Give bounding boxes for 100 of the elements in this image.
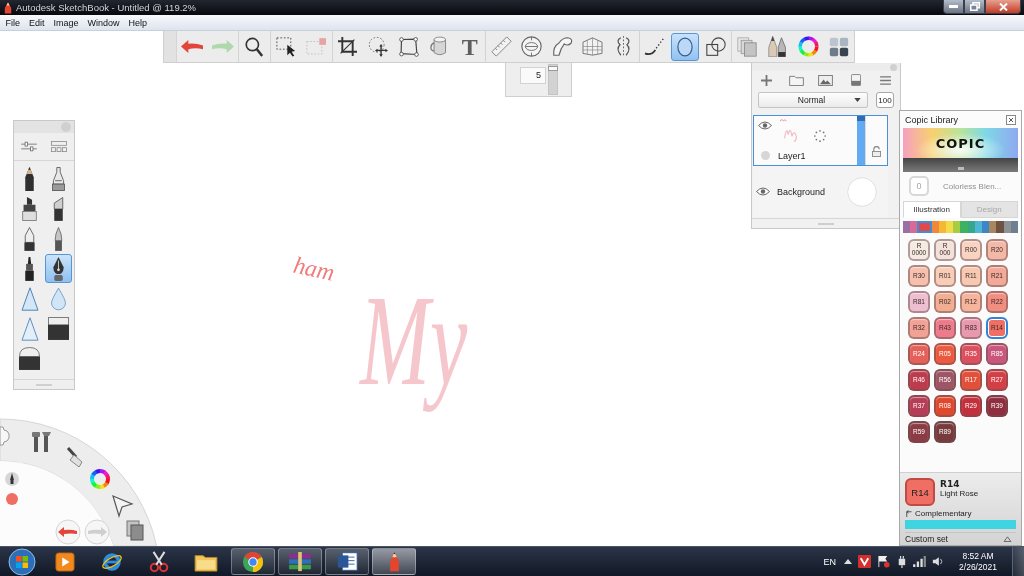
color-name: Light Rose [940, 489, 979, 498]
signal-bars-icon[interactable] [913, 556, 926, 567]
menu-item[interactable]: Help [124, 17, 152, 28]
triangle-brush-icon [20, 316, 39, 341]
eye-icon[interactable] [756, 187, 770, 196]
color-family-swatch[interactable] [903, 221, 911, 233]
menu-item[interactable]: File [1, 17, 25, 28]
gear-icon[interactable] [0, 426, 10, 446]
right-arrow-icon [211, 40, 234, 53]
custom-set-label[interactable]: Custom set [905, 534, 948, 544]
menu-item[interactable]: Image [49, 17, 84, 28]
turn-arrow-icon [905, 510, 912, 517]
folder-icon[interactable] [788, 74, 804, 86]
speaker-icon[interactable] [932, 556, 944, 567]
color-family-swatch[interactable] [910, 221, 918, 233]
plus-icon[interactable] [761, 74, 773, 86]
plug-icon[interactable] [896, 555, 907, 568]
grip-icon[interactable] [36, 383, 52, 386]
padlock-icon[interactable] [872, 146, 881, 157]
slider-thumb[interactable] [548, 65, 558, 71]
brush-icon[interactable] [66, 447, 83, 468]
color-family-swatch[interactable] [981, 221, 990, 233]
color-family-swatch[interactable] [974, 221, 982, 233]
close-button[interactable] [985, 0, 1021, 14]
chevron-tile-icon[interactable] [858, 555, 871, 568]
toolbar-grip[interactable] [164, 31, 177, 62]
language-indicator[interactable]: EN [823, 556, 836, 567]
sliders-icon[interactable] [21, 141, 37, 152]
grip-icon[interactable] [957, 167, 964, 170]
brush-size-field[interactable]: 5 [520, 67, 546, 84]
complementary-color-bar[interactable] [905, 520, 1016, 529]
tools-icon[interactable] [32, 432, 51, 452]
restore-button[interactable] [964, 0, 985, 14]
selection-stripe [857, 116, 865, 165]
pen-icon [21, 226, 38, 251]
current-color-swatch: R14 [905, 478, 935, 506]
panel-title: Copic Library [905, 114, 959, 125]
tab[interactable]: Illustration [903, 201, 961, 218]
color-family-swatch[interactable] [945, 221, 954, 233]
color-family-swatch[interactable] [1003, 221, 1011, 233]
clock-time[interactable]: 8:52 AM [962, 551, 994, 562]
dashed-rectangle-cursor-icon [275, 36, 296, 57]
nib-pen-button[interactable] [45, 254, 72, 283]
color-family-swatch[interactable] [953, 221, 961, 233]
play-icon [55, 551, 75, 572]
drawing-canvas[interactable] [0, 31, 1024, 546]
color-family-swatch[interactable] [960, 221, 968, 233]
close-icon[interactable] [1006, 114, 1016, 125]
pointer-icon[interactable] [112, 494, 134, 518]
handwritten-text: ham [290, 250, 338, 288]
opacity-field[interactable]: 100 [876, 92, 894, 108]
round-eraser-icon [19, 347, 40, 370]
show-desktop-button[interactable] [1012, 547, 1024, 576]
stacked-pages-icon[interactable] [126, 520, 144, 541]
droplet-icon [50, 286, 67, 311]
clock-date[interactable]: 2/26/2021 [959, 561, 997, 572]
marker-icon [21, 196, 38, 221]
start-button[interactable] [8, 547, 36, 576]
brush-size-slider[interactable] [548, 64, 558, 95]
image-icon[interactable] [818, 74, 834, 86]
menu-icon[interactable] [879, 75, 891, 85]
menu-item[interactable]: Edit [24, 17, 50, 28]
color-family-swatch[interactable] [989, 221, 997, 233]
color-family-swatch[interactable] [938, 221, 946, 233]
color-family-swatch[interactable] [931, 221, 939, 233]
color-wheel-icon[interactable] [90, 469, 110, 489]
color-family-swatch[interactable] [967, 221, 975, 233]
perspective-grid-icon [582, 37, 604, 56]
nib-pen-icon [50, 256, 67, 281]
flag-icon[interactable] [877, 555, 890, 568]
eye-icon[interactable] [758, 121, 772, 130]
layer-row[interactable]: Layer1 [753, 115, 888, 166]
taskbar-button[interactable] [278, 548, 322, 575]
color-dot-icon[interactable] [6, 493, 18, 505]
color-family-swatch[interactable] [996, 221, 1004, 233]
square-circle-icon [705, 36, 726, 57]
color-family-swatch[interactable] [917, 221, 932, 233]
half-filled-page-icon[interactable] [850, 74, 861, 86]
blend-mode-dropdown[interactable]: Normal [758, 92, 868, 108]
brush-tips-icon [768, 36, 788, 57]
curve-stroke-icon [644, 37, 666, 56]
menu-item[interactable]: Window [83, 17, 125, 28]
complementary-label[interactable]: Complementary [915, 509, 972, 518]
logo-text: COPIC [935, 135, 986, 151]
background-swatch-icon[interactable] [847, 176, 877, 207]
text-tool-button[interactable]: T [455, 32, 484, 61]
eraser-button[interactable] [45, 314, 72, 343]
brush-nib-icon[interactable] [5, 472, 19, 486]
round-eraser-button[interactable] [16, 344, 43, 373]
layout-icon[interactable] [51, 141, 67, 152]
dotted-circle-icon [814, 130, 826, 142]
blender-name: Colorless Blen... [943, 181, 1002, 191]
orbit-ring-icon [101, 550, 123, 573]
taskbar-button[interactable] [325, 548, 369, 575]
color-family-swatch[interactable] [1010, 221, 1018, 233]
ellipse-button[interactable] [671, 32, 700, 61]
taskbar-button[interactable] [231, 548, 275, 575]
minimize-button[interactable] [943, 0, 964, 14]
grip-icon[interactable] [818, 222, 834, 225]
triangle-up-icon[interactable] [844, 559, 852, 564]
